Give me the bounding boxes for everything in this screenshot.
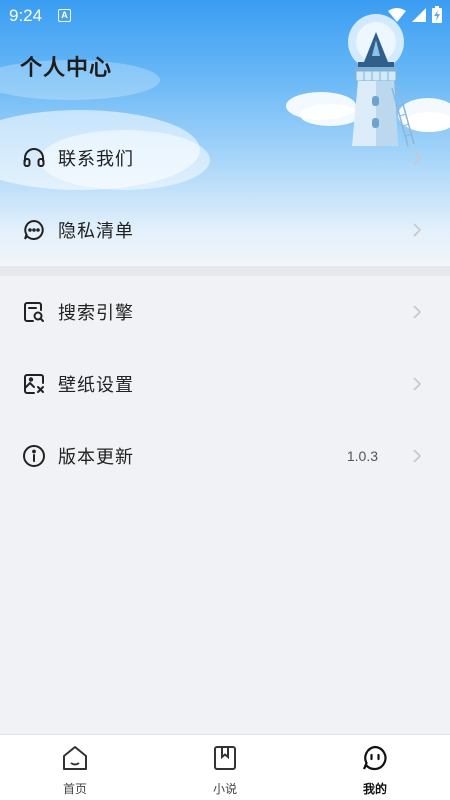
tab-novel[interactable]: 小说 [150,735,300,800]
menu-label: 版本更新 [58,447,134,468]
menu-item-privacy[interactable]: 隐私清单 [0,194,450,266]
profile-face-icon [362,745,387,771]
tab-home[interactable]: 首页 [0,735,150,800]
tab-label: 小说 [212,782,237,796]
chevron-right-icon [413,377,422,391]
book-icon [214,746,236,770]
status-bar: 9:24 A [0,0,450,32]
menu-label: 壁纸设置 [58,375,134,396]
status-time: 9:24 [9,6,43,25]
battery-icon [432,6,442,23]
menu-label: 隐私清单 [58,221,134,242]
chevron-right-icon [413,223,422,237]
section-divider [0,266,450,276]
menu-label: 联系我们 [58,149,134,170]
tab-mine[interactable]: 我的 [300,735,450,800]
menu-item-version-update[interactable]: 版本更新 1.0.3 [0,420,450,492]
info-icon [23,445,45,467]
version-number: 1.0.3 [346,448,378,464]
chat-bubble-icon [24,219,44,240]
tab-label: 首页 [62,782,87,796]
home-icon [63,746,87,770]
signal-icon [412,7,426,22]
chevron-right-icon [413,151,422,165]
menu-item-contact[interactable]: 联系我们 [0,122,450,194]
menu-item-search-engine[interactable]: 搜索引擎 [0,276,450,348]
menu-item-wallpaper[interactable]: 壁纸设置 [0,348,450,420]
wifi-icon [388,7,406,22]
menu-label: 搜索引擎 [58,303,134,324]
page-title: 个人中心 [20,56,113,81]
chevron-right-icon [413,305,422,319]
notification-app-icon: A [58,9,71,22]
status-icons [388,6,442,23]
chevron-right-icon [413,449,422,463]
headset-icon [23,148,45,167]
tab-label: 我的 [362,782,387,796]
bottom-tab-bar: 首页 小说 我的 [0,734,450,800]
image-settings-icon [24,374,44,394]
search-document-icon [24,302,44,322]
